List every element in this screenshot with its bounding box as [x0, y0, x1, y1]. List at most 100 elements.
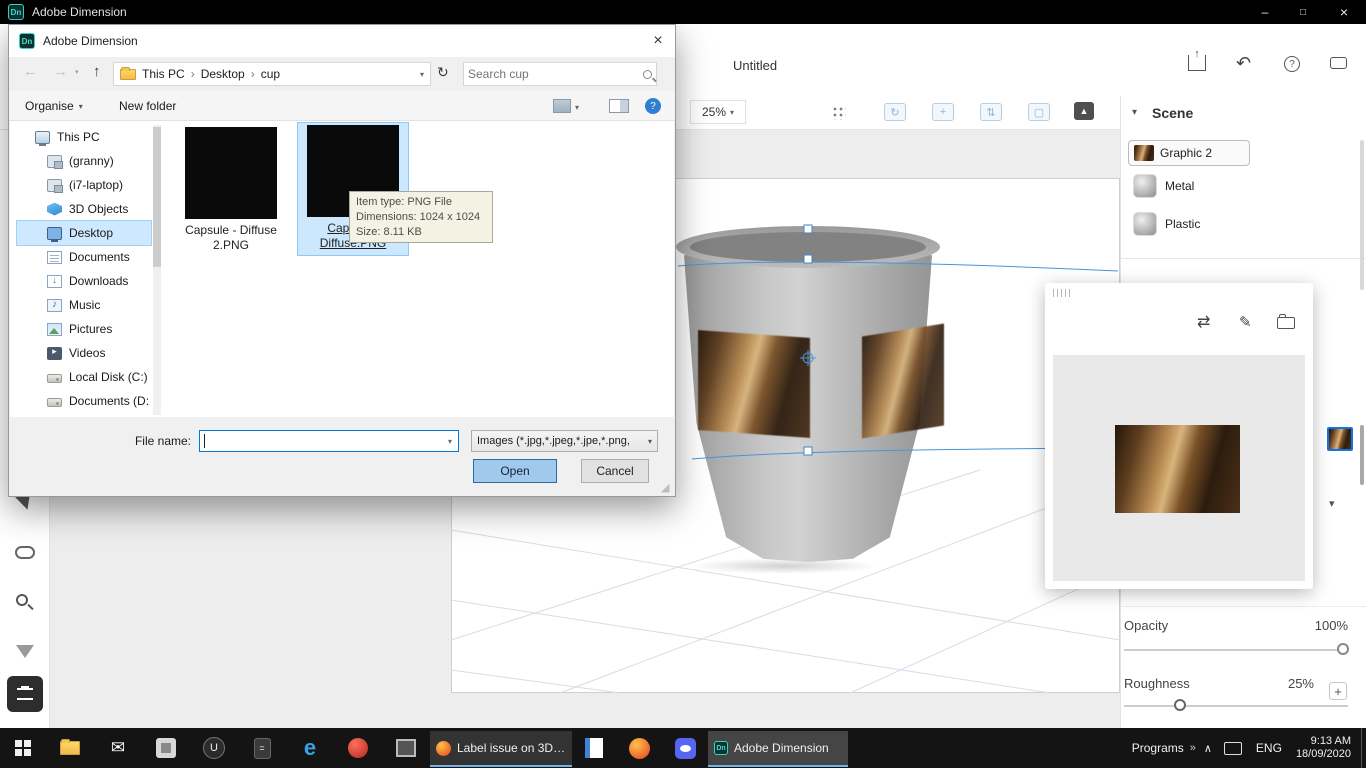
comment-icon[interactable]: [1330, 57, 1347, 69]
show-desktop-button[interactable]: [1361, 728, 1366, 768]
breadcrumb-this-pc[interactable]: This PC: [142, 67, 185, 81]
share-icon[interactable]: ↑: [1188, 48, 1206, 71]
discord-icon[interactable]: [662, 728, 708, 768]
nav-scrollbar-thumb[interactable]: [153, 127, 161, 267]
pinned-app-icon-3[interactable]: [334, 728, 382, 768]
edge-icon[interactable]: e: [286, 728, 334, 768]
pinned-app-icon-1[interactable]: [142, 728, 190, 768]
selection-handle-upper[interactable]: [803, 254, 813, 264]
open-button[interactable]: Open: [473, 459, 557, 483]
edit-pencil-icon[interactable]: ✎: [1239, 315, 1252, 330]
nav-downloads[interactable]: Downloads: [17, 269, 151, 293]
resize-grip-icon[interactable]: ◢: [661, 481, 669, 494]
filename-chevron-icon[interactable]: ▾: [442, 437, 458, 446]
start-button[interactable]: [0, 728, 46, 768]
roughness-slider-track[interactable]: [1124, 705, 1348, 707]
dialog-help-icon[interactable]: ?: [645, 98, 661, 114]
camera-pan-icon[interactable]: +: [932, 103, 954, 121]
nav-i7-laptop[interactable]: (i7-laptop): [17, 173, 151, 197]
preview-pane-icon[interactable]: [609, 99, 629, 113]
clock[interactable]: 9:13 AM 18/09/2020: [1296, 735, 1351, 761]
active-tool-button[interactable]: [7, 676, 43, 712]
pinned-app-icon-4[interactable]: [382, 728, 430, 768]
programs-toolbar-label[interactable]: Programs: [1132, 741, 1184, 755]
firefox-icon[interactable]: [616, 728, 662, 768]
address-chevron-icon[interactable]: ▾: [420, 70, 424, 79]
file-name-input[interactable]: [205, 434, 442, 448]
scene-collapse-icon[interactable]: ▾: [1132, 107, 1137, 118]
nav-documents-d[interactable]: Documents (D:: [17, 389, 151, 413]
selection-handle-top[interactable]: [803, 224, 813, 234]
scene-scrollbar[interactable]: [1360, 140, 1364, 290]
nav-this-pc[interactable]: This PC: [17, 125, 151, 149]
file-explorer-icon[interactable]: [46, 728, 94, 768]
calculator-icon[interactable]: =: [238, 728, 286, 768]
organise-menu[interactable]: Organise ▾: [25, 96, 83, 116]
scene-item-graphic-2[interactable]: Graphic 2: [1128, 140, 1250, 166]
help-icon[interactable]: ?: [1284, 56, 1300, 72]
forward-icon[interactable]: →: [53, 63, 68, 80]
zoom-control[interactable]: 25% ▾: [690, 100, 746, 124]
magnifier-icon[interactable]: [16, 594, 28, 606]
dialog-close-icon[interactable]: ×: [641, 25, 675, 57]
nav-music[interactable]: Music: [17, 293, 151, 317]
nav-desktop[interactable]: Desktop: [16, 220, 152, 246]
nav-videos[interactable]: Videos: [17, 341, 151, 365]
scene-item-metal[interactable]: Metal: [1128, 172, 1328, 200]
graphic-property-thumbnail[interactable]: [1327, 427, 1353, 451]
opacity-slider-track[interactable]: [1124, 649, 1348, 651]
task-button-small[interactable]: [572, 728, 616, 768]
view-mode-icon[interactable]: [553, 99, 571, 113]
drag-grip-icon[interactable]: [1053, 289, 1073, 297]
address-bar[interactable]: This PC › Desktop › cup ▾: [113, 62, 431, 86]
view-chevron-icon[interactable]: ▾: [575, 103, 579, 112]
task-button-firefox[interactable]: Label issue on 3D ...: [430, 731, 572, 767]
file-name-field[interactable]: ▾: [199, 430, 459, 452]
file-tile-capsule-diffuse-2[interactable]: Capsule - Diffuse 2.PNG: [176, 125, 286, 253]
undo-icon[interactable]: ↶: [1236, 54, 1251, 72]
camera-orbit-icon[interactable]: ↻: [884, 103, 906, 121]
shape-tool-icon[interactable]: [15, 546, 35, 559]
camera-frame-icon[interactable]: ▢: [1028, 103, 1050, 121]
pan-tool-icon[interactable]: [16, 645, 34, 658]
file-type-select[interactable]: Images (*.jpg,*.jpeg,*.jpe,*.png, ▾: [471, 430, 658, 452]
history-chevron-icon[interactable]: ▾: [75, 68, 79, 76]
nav-granny[interactable]: (granny): [17, 149, 151, 173]
nav-documents[interactable]: Documents: [17, 245, 151, 269]
cancel-button[interactable]: Cancel: [581, 459, 649, 483]
toolbar-expand-icon[interactable]: »: [1190, 742, 1196, 754]
breadcrumb-desktop[interactable]: Desktop: [201, 67, 245, 81]
minimize-button[interactable]: –: [1246, 0, 1284, 24]
back-icon[interactable]: ←: [23, 63, 38, 80]
tray-chevron-icon[interactable]: ∧: [1204, 742, 1212, 755]
chevron-down-icon[interactable]: ▾: [1329, 497, 1335, 510]
roughness-slider-knob[interactable]: [1174, 699, 1186, 711]
swap-image-icon[interactable]: ⇄: [1197, 315, 1210, 331]
add-texture-button[interactable]: +: [1329, 682, 1347, 700]
nav-scrollbar-track[interactable]: [153, 125, 161, 415]
maximize-button[interactable]: □: [1284, 0, 1322, 24]
selection-handle-lower[interactable]: [803, 446, 813, 456]
snap-grid-icon[interactable]: [832, 106, 846, 120]
pinned-app-icon-2[interactable]: U: [190, 728, 238, 768]
refresh-icon[interactable]: ↻: [437, 64, 449, 81]
dialog-titlebar[interactable]: Dn Adobe Dimension ×: [9, 25, 675, 57]
nav-local-disk-c[interactable]: Local Disk (C:): [17, 365, 151, 389]
new-folder-button[interactable]: New folder: [119, 99, 176, 113]
camera-dolly-icon[interactable]: ⇅: [980, 103, 1002, 121]
mail-icon[interactable]: ✉: [94, 728, 142, 768]
opacity-slider-knob[interactable]: [1337, 643, 1349, 655]
up-icon[interactable]: ↑: [93, 63, 101, 80]
open-folder-icon[interactable]: [1277, 314, 1295, 329]
scene-item-plastic[interactable]: Plastic: [1128, 210, 1328, 238]
nav-pictures[interactable]: Pictures: [17, 317, 151, 341]
properties-scrollbar[interactable]: [1360, 425, 1364, 485]
breadcrumb-cup[interactable]: cup: [261, 67, 280, 81]
render-preview-icon[interactable]: ▲: [1074, 102, 1094, 120]
search-input[interactable]: [468, 67, 643, 81]
task-button-dimension[interactable]: Dn Adobe Dimension: [708, 731, 848, 767]
nav-3d-objects[interactable]: 3D Objects: [17, 197, 151, 221]
image-preview-thumbnail[interactable]: [1115, 425, 1240, 513]
language-indicator[interactable]: ENG: [1256, 741, 1282, 755]
search-box[interactable]: [463, 62, 657, 86]
